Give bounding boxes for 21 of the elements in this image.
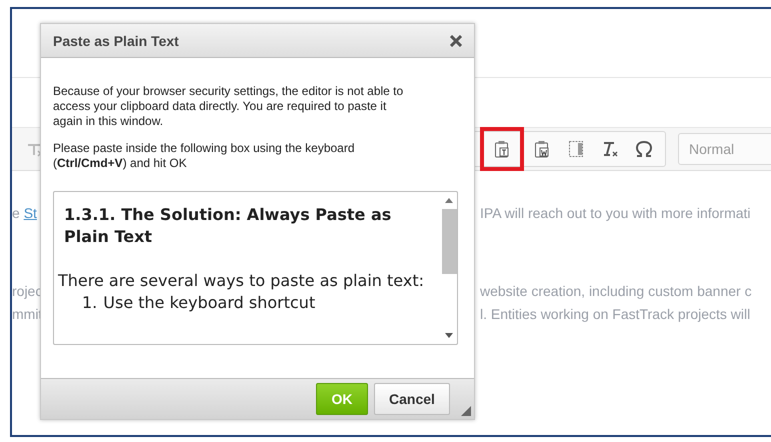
- dialog-instruction: Please paste inside the following box using the keyboard (Ctrl/Cmd+V) and hit OK: [53, 141, 356, 171]
- dialog-title: Paste as Plain Text: [53, 32, 179, 48]
- list-number: 1.: [82, 292, 98, 314]
- editor-link[interactable]: St: [24, 204, 37, 220]
- cancel-button[interactable]: Cancel: [374, 383, 450, 415]
- scroll-up-icon[interactable]: [445, 198, 453, 203]
- close-icon[interactable]: [450, 34, 462, 46]
- editor-text: e: [12, 204, 21, 220]
- pasted-heading: 1.3.1. The Solution: Always Paste as Plain Text: [63, 204, 392, 248]
- resize-grip-icon[interactable]: [461, 406, 471, 416]
- scroll-down-icon[interactable]: [445, 333, 453, 338]
- clipboard-icon[interactable]: [480, 127, 524, 171]
- editor-text: website creation, including custom banner c: [480, 282, 752, 298]
- dialog-message: Because of your browser security settings, the editor is not able to access your clipboard data directly. You are required to paste it again in this window.: [53, 84, 404, 129]
- editor-text: l. Entities working on FastTrack projects will: [480, 306, 750, 322]
- pasted-paragraph: There are several ways to paste as plain text:: [58, 270, 425, 292]
- format-dropdown[interactable]: Normal: [678, 133, 771, 165]
- ok-button[interactable]: OK: [316, 383, 368, 415]
- list-item: Use the keyboard shortcut: [103, 292, 316, 314]
- paste-area[interactable]: 1.3.1. The Solution: Always Paste as Plain Text There are several ways to paste as plain text: 1. Use the keyboard shortcut: [53, 191, 458, 345]
- editor-text: IPA will reach out to you with more informati: [480, 204, 751, 220]
